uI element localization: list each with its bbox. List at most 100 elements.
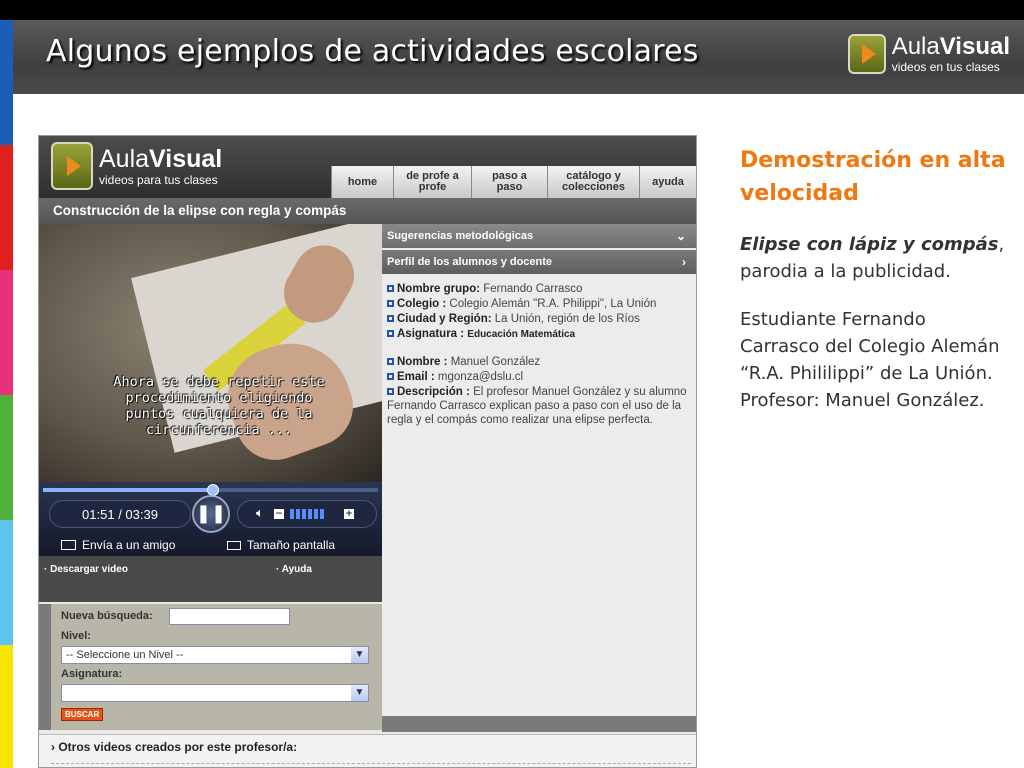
video-links-bar: · Descargar video · Ayuda — [39, 556, 382, 602]
bullet-icon — [387, 373, 394, 380]
site-header: AulaVisual videos para tus clases home d… — [39, 136, 696, 198]
volume-level[interactable] — [290, 509, 324, 519]
side-paragraph-1-emphasis: Elipse con lápiz y compás — [740, 234, 999, 255]
profile-accordion[interactable]: Perfil de los alumnos y docente › — [382, 250, 696, 274]
bullet-icon — [387, 285, 394, 292]
logo-tagline: videos en tus clases — [891, 60, 1000, 74]
video-title: Construcción de la elipse con regla y co… — [39, 198, 696, 224]
dashed-divider — [51, 763, 691, 764]
side-heading: Demostración en alta velocidad — [740, 148, 1006, 206]
subject-label: Asignatura: — [61, 668, 123, 680]
play-icon — [847, 34, 886, 74]
mail-icon — [61, 540, 76, 550]
volume-bar — [308, 509, 312, 519]
other-videos-section[interactable]: › Otros videos creados por este profesor… — [39, 734, 696, 767]
other-videos-label: Otros videos creados por este profesor/a… — [58, 740, 298, 754]
strip-blue — [0, 20, 13, 145]
chevron-down-icon: ▼ — [351, 685, 368, 701]
chevron-right-icon: › — [682, 255, 686, 269]
volume-bar — [302, 509, 306, 519]
website-screenshot: AulaVisual videos para tus clases home d… — [38, 135, 697, 768]
volume-bar — [320, 509, 324, 519]
slide: Algunos ejemplos de actividades escolare… — [0, 0, 1024, 768]
level-select[interactable]: -- Seleccione un Nivel -- ▼ — [61, 646, 369, 664]
level-select-value: -- Seleccione un Nivel -- — [66, 649, 184, 661]
side-text: Demostración en alta velocidad Elipse co… — [740, 144, 1010, 414]
strip-cyan — [0, 520, 13, 645]
pause-button[interactable]: ❚❚ — [192, 495, 230, 533]
site-logo-tagline: videos para tus clases — [99, 172, 218, 187]
info-panel: Sugerencias metodológicas ⌄ Perfil de lo… — [382, 224, 696, 730]
email-row: Email : mgonza@dslu.cl — [387, 370, 692, 384]
profile-details: Nombre grupo: Fernando Carrasco Colegio … — [387, 282, 692, 428]
bullet-icon — [387, 388, 394, 395]
screen-size-link[interactable]: Tamaño pantalla — [227, 538, 335, 552]
suggestions-accordion[interactable]: Sugerencias metodológicas ⌄ — [382, 224, 696, 248]
play-icon — [51, 142, 93, 190]
site-logo[interactable]: AulaVisual videos para tus clases — [51, 142, 222, 190]
strip-green — [0, 395, 13, 520]
volume-up-button[interactable]: + — [344, 509, 354, 519]
progress-fill — [43, 488, 213, 492]
help-link[interactable]: · Ayuda — [276, 564, 312, 575]
group-row: Nombre grupo: Fernando Carrasco — [387, 282, 692, 296]
video-caption: Ahora se debe repetir este procedimiento… — [113, 374, 325, 438]
profile-label: Perfil de los alumnos y docente — [387, 256, 553, 268]
send-to-friend-label: Envía a un amigo — [82, 538, 176, 552]
suggestions-label: Sugerencias metodológicas — [387, 230, 534, 242]
strip-pink — [0, 270, 13, 395]
volume-down-button[interactable]: − — [274, 509, 284, 519]
slide-title: Algunos ejemplos de actividades escolare… — [46, 34, 699, 69]
nav-tab-catalogo[interactable]: catálogo y colecciones — [547, 166, 639, 198]
video-player-controls: 01:51 / 03:39 ❚❚ 🔈︎ − + Envía a un amigo… — [39, 482, 382, 556]
search-button[interactable]: BUSCAR — [61, 708, 104, 721]
bullet-icon — [387, 330, 394, 337]
search-input[interactable] — [169, 608, 290, 625]
bullet-icon — [387, 300, 394, 307]
nav-tab-paso-a-paso[interactable]: paso a paso — [471, 166, 547, 198]
logo-word-aula: Aula — [891, 33, 940, 60]
side-paragraph-2: Estudiante Fernando Carrasco del Colegio… — [740, 309, 1000, 411]
nav-tab-de-profe[interactable]: de profe a profe — [393, 166, 471, 198]
chevron-right-icon: › — [51, 740, 55, 754]
school-row: Colegio : Colegio Alemán "R.A. Philippi"… — [387, 297, 692, 311]
bullet-icon — [387, 315, 394, 322]
nav-tab-ayuda[interactable]: ayuda — [639, 166, 696, 198]
subject-row: Asignatura : Educación Matemática — [387, 327, 692, 342]
chevron-down-icon: ⌄ — [675, 229, 686, 243]
screen-size-label: Tamaño pantalla — [247, 538, 336, 552]
strip-yellow — [0, 645, 13, 768]
speaker-icon[interactable]: 🔈︎ — [256, 506, 264, 521]
search-panel: Nueva búsqueda: Nivel: -- Seleccione un … — [39, 604, 382, 730]
color-strip — [0, 20, 13, 768]
site-logo-word-visual: Visual — [149, 144, 223, 173]
volume-bar — [314, 509, 318, 519]
new-search-label: Nueva búsqueda: — [61, 610, 153, 622]
level-label: Nivel: — [61, 630, 91, 642]
volume-bar — [296, 509, 300, 519]
bullet-icon — [387, 358, 394, 365]
send-to-friend-link[interactable]: Envía a un amigo — [61, 538, 175, 552]
name-row: Nombre : Manuel González — [387, 355, 692, 369]
screen-icon — [227, 541, 241, 550]
time-display: 01:51 / 03:39 — [49, 500, 191, 528]
nav-tab-home[interactable]: home — [331, 166, 393, 198]
title-bar: Algunos ejemplos de actividades escolare… — [13, 20, 1024, 94]
site-nav: home de profe a profe paso a paso catálo… — [331, 166, 696, 198]
city-row: Ciudad y Región: La Unión, región de los… — [387, 312, 692, 326]
logo-word-visual: Visual — [939, 33, 1010, 60]
description-row: Descripción : El profesor Manuel Gonzále… — [387, 386, 687, 426]
subject-select[interactable]: ▼ — [61, 684, 369, 702]
video-frame[interactable]: Ahora se debe repetir este procedimiento… — [39, 224, 382, 482]
download-video-link[interactable]: · Descargar video — [44, 564, 128, 575]
site-logo-word-aula: Aula — [99, 144, 150, 173]
email-link[interactable]: mgonza@dslu.cl — [438, 371, 523, 383]
volume-control: 🔈︎ − + — [237, 500, 377, 528]
top-band — [0, 0, 1024, 20]
chevron-down-icon: ▼ — [351, 647, 368, 663]
strip-red — [0, 145, 13, 270]
volume-bar — [290, 509, 294, 519]
aulavisual-logo: AulaVisual videos en tus clases — [847, 32, 1010, 76]
side-paragraph-1: Elipse con lápiz y compás, parodia a la … — [740, 231, 1010, 285]
panel-footer-band — [382, 716, 696, 732]
